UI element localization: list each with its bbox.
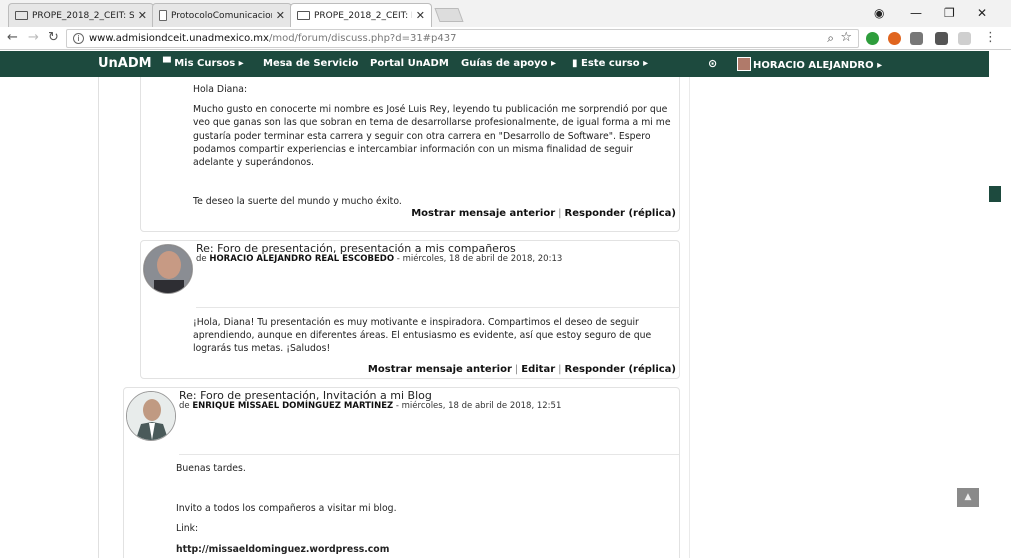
nav-portal-unadm[interactable]: Portal UnADM: [370, 58, 449, 69]
new-tab-button[interactable]: [434, 8, 464, 22]
forum-post: Re: Foro de presentación, presentación a…: [140, 240, 680, 379]
caret-right-icon: ▸: [551, 58, 557, 69]
author-avatar[interactable]: [126, 391, 176, 441]
nav-mesa-servicio[interactable]: Mesa de Servicio: [263, 58, 358, 69]
reload-icon[interactable]: ↻: [48, 30, 59, 45]
post-byline: de HORACIO ALEJANDRO REAL ESCOBEDO - mié…: [196, 254, 563, 264]
tab-title: PROPE_2018_2_CEIT: For: [314, 10, 412, 21]
notifications-icon[interactable]: ⊙: [708, 57, 717, 70]
blog-link[interactable]: http://missaeldominguez.wordpress.com: [176, 543, 666, 556]
person-photo-icon: [127, 392, 175, 440]
close-icon[interactable]: ✕: [276, 9, 285, 22]
reply-link[interactable]: Responder (réplica): [565, 208, 676, 219]
close-icon[interactable]: ✕: [416, 9, 425, 22]
extension-gray-icon[interactable]: [910, 32, 923, 45]
side-scroll-marker[interactable]: [989, 186, 1001, 202]
caret-right-icon: ▸: [877, 60, 883, 71]
site-favicon-icon: [297, 11, 310, 20]
info-icon[interactable]: i: [73, 33, 84, 44]
caret-right-icon: ▸: [238, 58, 244, 69]
back-icon[interactable]: ←: [7, 30, 18, 45]
show-parent-link[interactable]: Mostrar mensaje anterior: [411, 208, 555, 219]
user-menu[interactable]: HORACIO ALEJANDRO ▸: [737, 57, 882, 71]
extension-evernote-icon[interactable]: [935, 32, 948, 45]
profile-icon[interactable]: ◉: [874, 6, 884, 20]
forum-post: Re: Foro de presentación, Invitación a m…: [123, 387, 680, 558]
back-to-top-button[interactable]: ▲: [957, 488, 979, 507]
nav-mis-cursos[interactable]: ▀ Mis Cursos ▸: [163, 58, 244, 69]
bookmark-star-icon[interactable]: ☆: [840, 30, 852, 45]
caret-right-icon: ▸: [643, 58, 649, 69]
content-border: [98, 77, 99, 558]
divider: [179, 454, 679, 455]
post-byline: de ENRIQUE MISSAEL DOMÍNGUEZ MARTINEZ - …: [179, 401, 562, 411]
site-navbar: UnADM ▀ Mis Cursos ▸ Mesa de Servicio Po…: [0, 51, 989, 77]
brand-logo[interactable]: UnADM: [98, 56, 152, 71]
minimize-icon[interactable]: —: [910, 6, 922, 20]
browser-tab-strip: PROPE_2018_2_CEIT: S1. ✕ ProtocoloComuni…: [0, 0, 1011, 27]
extension-green-icon[interactable]: [866, 32, 879, 45]
avatar: [737, 57, 751, 71]
site-favicon-icon: [15, 11, 28, 20]
book-icon: ▮: [572, 58, 578, 69]
browser-tab-2[interactable]: ProtocoloComunicacion ✕: [152, 3, 292, 27]
window-close-icon[interactable]: ✕: [977, 6, 987, 20]
extension-pdf-icon[interactable]: [958, 32, 971, 45]
post-actions: Mostrar mensaje anterior | Editar | Responde…: [367, 364, 676, 375]
person-photo-icon: [144, 245, 192, 293]
address-bar[interactable]: i www.admisiondceit.unadmexico.mx/mod/fo…: [66, 29, 859, 48]
post-body: Buenas tardes. Invito a todos los compañ…: [176, 462, 666, 556]
folder-icon: ▀: [163, 58, 171, 69]
url-text[interactable]: www.admisiondceit.unadmexico.mx/mod/foru…: [89, 33, 457, 44]
forward-icon[interactable]: →: [28, 30, 39, 45]
forum-post: Hola Diana: Mucho gusto en conocerte mi …: [140, 77, 680, 232]
post-body: ¡Hola, Diana! Tu presentación es muy mot…: [193, 317, 652, 355]
nav-este-curso[interactable]: ▮ Este curso ▸: [572, 58, 648, 69]
author-avatar[interactable]: [143, 244, 193, 294]
post-actions: Mostrar mensaje anterior | Responder (répl…: [411, 208, 676, 219]
edit-link[interactable]: Editar: [521, 364, 555, 375]
menu-dots-icon[interactable]: ⋮: [984, 30, 997, 45]
nav-guias-apoyo[interactable]: Guías de apoyo ▸: [461, 58, 556, 69]
url-host: www.admisiondceit.unadmexico.mx: [89, 33, 269, 44]
author-name[interactable]: ENRIQUE MISSAEL DOMÍNGUEZ MARTINEZ: [192, 401, 393, 411]
search-icon[interactable]: ⌕: [827, 31, 834, 46]
tab-title: ProtocoloComunicacion: [171, 10, 272, 21]
author-name[interactable]: HORACIO ALEJANDRO REAL ESCOBEDO: [209, 254, 394, 264]
browser-tab-1[interactable]: PROPE_2018_2_CEIT: S1. ✕: [8, 3, 154, 27]
url-path: /mod/forum/discuss.php?d=31#p437: [268, 33, 457, 44]
browser-toolbar: ← → ↻ i www.admisiondceit.unadmexico.mx/…: [0, 27, 1011, 50]
content-border: [689, 77, 690, 558]
reply-link[interactable]: Responder (réplica): [565, 364, 676, 375]
post-body: Hola Diana: Mucho gusto en conocerte mi …: [193, 84, 671, 208]
close-icon[interactable]: ✕: [138, 9, 147, 22]
tab-title: PROPE_2018_2_CEIT: S1.: [32, 10, 134, 21]
restore-icon[interactable]: ❐: [944, 6, 955, 20]
document-icon: [159, 10, 167, 21]
extension-orange-icon[interactable]: [888, 32, 901, 45]
show-parent-link[interactable]: Mostrar mensaje anterior: [368, 364, 512, 375]
forum-discussion: Hola Diana: Mucho gusto en conocerte mi …: [0, 77, 989, 558]
browser-tab-3[interactable]: PROPE_2018_2_CEIT: For ✕: [290, 3, 432, 27]
divider: [196, 307, 680, 308]
